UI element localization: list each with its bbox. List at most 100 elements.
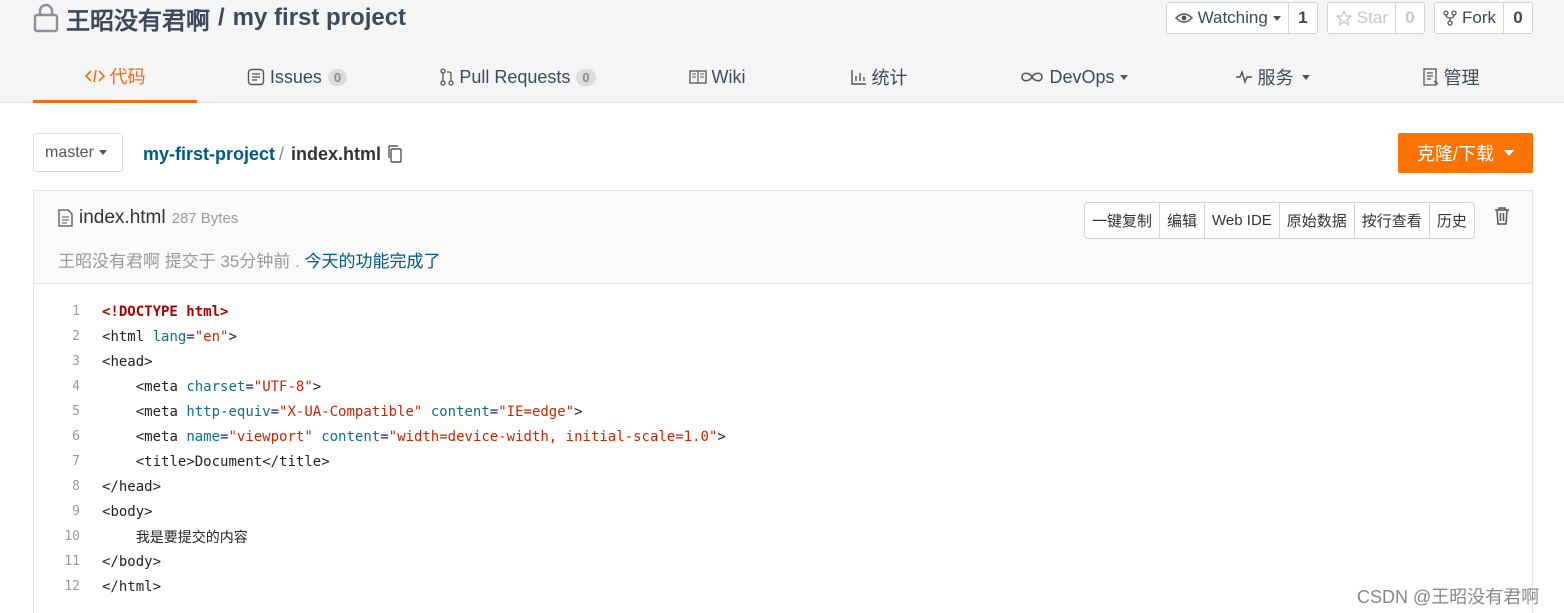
blame-button[interactable]: 按行查看 (1355, 203, 1430, 238)
commit-message-link[interactable]: 今天的功能完成了 (305, 252, 441, 271)
issues-icon (247, 68, 265, 86)
tab-label: Pull Requests (459, 66, 571, 87)
code-line: 9 <body> (34, 499, 1532, 524)
breadcrumb-project-link[interactable]: my-first-project (143, 144, 275, 165)
watch-label: Watching (1197, 8, 1268, 27)
watermark: CSDN @王昭没有君啊 (1357, 587, 1540, 607)
file-title: index.html 287 Bytes (58, 207, 238, 229)
code-view: 1 <!DOCTYPE html> 2 <html lang="en"> 3 <head>… (34, 299, 1532, 599)
pulse-icon (1235, 70, 1252, 84)
line-number[interactable]: 4 (34, 379, 80, 394)
repo-tabs: 代码 Issues 0 Pull Requests 0 Wiki 统计 DevO… (33, 52, 1533, 103)
line-number[interactable]: 3 (34, 354, 80, 369)
clone-download-button[interactable]: 克隆/下载 (1398, 133, 1533, 173)
raw-button[interactable]: 原始数据 (1280, 203, 1355, 238)
star-button[interactable]: Star 0 (1326, 2, 1425, 34)
repo-title-separator: / (218, 4, 225, 31)
breadcrumb-separator: / (279, 143, 285, 164)
line-number[interactable]: 10 (34, 529, 80, 544)
line-number[interactable]: 12 (34, 579, 80, 594)
code-line: 4 <meta charset="UTF-8"> (34, 374, 1532, 399)
tab-wiki[interactable]: Wiki (687, 52, 747, 102)
star-icon (1335, 10, 1352, 26)
watch-count[interactable]: 1 (1289, 3, 1317, 33)
tab-pull-requests[interactable]: Pull Requests 0 (437, 52, 599, 102)
line-number[interactable]: 6 (34, 429, 80, 444)
line-number[interactable]: 8 (34, 479, 80, 494)
stats-icon (850, 70, 866, 85)
line-content: <title>Document</title> (135, 453, 330, 470)
trash-icon[interactable] (1494, 207, 1510, 225)
line-number[interactable]: 2 (34, 329, 80, 344)
tab-label: Issues (269, 66, 322, 87)
lock-icon (33, 3, 59, 33)
line-content: </html> (102, 578, 162, 595)
line-content: <meta http-equiv="X-UA-Compatible" conte… (135, 403, 583, 420)
repo-name-link[interactable]: my first project (233, 4, 406, 32)
repo-owner-link[interactable]: 王昭没有君啊 (66, 1, 210, 36)
code-line: 2 <html lang="en"> (34, 324, 1532, 349)
code-line: 1 <!DOCTYPE html> (34, 299, 1532, 324)
tab-issues[interactable]: Issues 0 (243, 52, 351, 102)
file-icon (58, 209, 73, 227)
issues-count-badge: 0 (327, 68, 348, 86)
breadcrumb: my-first-project / index.html (143, 140, 403, 168)
line-number[interactable]: 11 (34, 554, 80, 569)
breadcrumb-file: index.html (291, 143, 382, 164)
chevron-down-icon (98, 150, 107, 155)
file-name: index.html (79, 207, 166, 228)
copy-path-icon[interactable] (387, 145, 403, 163)
manage-icon (1422, 68, 1438, 86)
fork-count[interactable]: 0 (1504, 3, 1532, 33)
line-number[interactable]: 1 (34, 304, 80, 319)
last-commit: 王昭没有君啊 提交于 35分钟前 . 今天的功能完成了 (58, 247, 441, 272)
line-content: </head> (102, 478, 162, 495)
fork-label-wrap: Fork (1435, 3, 1504, 33)
tab-manage[interactable]: 管理 (1421, 52, 1481, 102)
tab-label: 代码 (109, 67, 146, 87)
code-line: 5 <meta http-equiv="X-UA-Compatible" con… (34, 399, 1532, 424)
edit-button[interactable]: 编辑 (1160, 203, 1206, 238)
star-label: Star (1356, 8, 1388, 27)
chevron-down-icon (1504, 150, 1514, 156)
fork-button[interactable]: Fork 0 (1434, 2, 1533, 34)
line-content: <!DOCTYPE html> (102, 303, 229, 320)
line-content: 我是要提交的内容 (102, 529, 248, 546)
pr-count-badge: 0 (576, 68, 596, 86)
commit-meta: 提交于 35分钟前 . (164, 252, 300, 271)
line-number[interactable]: 9 (34, 504, 80, 519)
tab-services[interactable]: 服务 (1231, 52, 1313, 102)
line-number[interactable]: 5 (34, 404, 80, 419)
code-line: 6 <meta name="viewport" content="width=d… (34, 424, 1532, 449)
code-line: 8 </head> (34, 474, 1532, 499)
tab-devops[interactable]: DevOps (1019, 52, 1129, 102)
web-ide-button[interactable]: Web IDE (1205, 203, 1280, 238)
repo-actions: Watching 1 Star 0 Fork 0 (1165, 2, 1533, 34)
chevron-down-icon (1119, 74, 1128, 80)
line-content: <meta name="viewport" content="width=dev… (135, 428, 726, 445)
history-button[interactable]: 历史 (1430, 203, 1474, 238)
star-count[interactable]: 0 (1396, 3, 1424, 33)
file-size: 287 Bytes (171, 209, 239, 227)
repo-title: 王昭没有君啊 / my first project (33, 1, 406, 36)
file-actions: 一键复制 编辑 Web IDE 原始数据 按行查看 历史 (1084, 202, 1475, 239)
branch-select[interactable]: master (33, 133, 123, 172)
copy-all-button[interactable]: 一键复制 (1085, 203, 1161, 238)
watch-button[interactable]: Watching 1 (1165, 2, 1318, 34)
code-line: 3 <head> (34, 349, 1532, 374)
tab-label: 统计 (871, 68, 908, 88)
tab-stats[interactable]: 统计 (848, 52, 910, 102)
chevron-down-icon (1301, 74, 1310, 80)
commit-author[interactable]: 王昭没有君啊 (58, 252, 160, 271)
line-number[interactable]: 7 (34, 454, 80, 469)
file-viewer: index.html 287 Bytes 王昭没有君啊 提交于 35分钟前 . … (33, 190, 1533, 613)
code-line: 10 我是要提交的内容 (34, 524, 1532, 549)
eye-icon (1174, 13, 1193, 23)
branch-name: master (45, 143, 94, 161)
tab-code[interactable]: 代码 (33, 52, 197, 103)
infinity-icon (1021, 72, 1044, 82)
line-content: <html lang="en"> (102, 328, 237, 345)
watch-label-wrap: Watching (1167, 3, 1289, 33)
pull-request-icon (440, 68, 454, 86)
code-line: 12 </html> (34, 574, 1532, 599)
